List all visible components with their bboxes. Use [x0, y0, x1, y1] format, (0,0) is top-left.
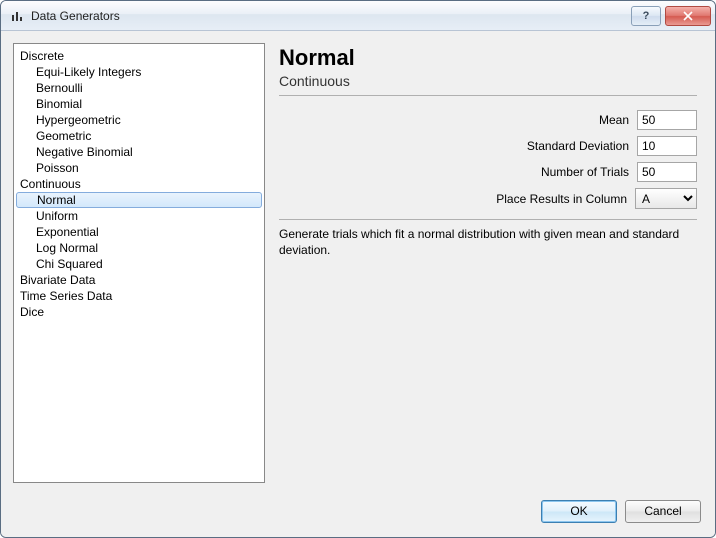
- help-button[interactable]: ?: [631, 6, 661, 26]
- row-trials: Number of Trials: [279, 162, 697, 182]
- input-sd[interactable]: [637, 136, 697, 156]
- window-buttons: ?: [631, 6, 711, 26]
- tree-item[interactable]: Hypergeometric: [14, 112, 264, 128]
- tree-category[interactable]: Dice: [14, 304, 264, 320]
- tree-item[interactable]: Normal: [16, 192, 262, 208]
- titlebar: Data Generators ?: [1, 1, 715, 31]
- dialog-footer: OK Cancel: [1, 495, 715, 537]
- tree-item[interactable]: Negative Binomial: [14, 144, 264, 160]
- cancel-button[interactable]: Cancel: [625, 500, 701, 523]
- row-mean: Mean: [279, 110, 697, 130]
- description-text: Generate trials which fit a normal distr…: [279, 220, 697, 258]
- tree-category[interactable]: Discrete: [14, 48, 264, 64]
- page-subtitle: Continuous: [279, 71, 697, 96]
- tree-item[interactable]: Uniform: [14, 208, 264, 224]
- details-panel: Normal Continuous Mean Standard Deviatio…: [277, 43, 703, 483]
- tree-item[interactable]: Chi Squared: [14, 256, 264, 272]
- content-area: DiscreteEqui-Likely IntegersBernoulliBin…: [1, 31, 715, 495]
- close-button[interactable]: [665, 6, 711, 26]
- generator-tree: DiscreteEqui-Likely IntegersBernoulliBin…: [13, 43, 265, 483]
- tree-item[interactable]: Equi-Likely Integers: [14, 64, 264, 80]
- label-trials: Number of Trials: [279, 165, 629, 179]
- row-column: Place Results in Column A: [279, 188, 697, 209]
- tree-item[interactable]: Binomial: [14, 96, 264, 112]
- tree-item[interactable]: Log Normal: [14, 240, 264, 256]
- page-title: Normal: [279, 45, 697, 71]
- input-mean[interactable]: [637, 110, 697, 130]
- tree-category[interactable]: Time Series Data: [14, 288, 264, 304]
- ok-button[interactable]: OK: [541, 500, 617, 523]
- row-sd: Standard Deviation: [279, 136, 697, 156]
- label-mean: Mean: [279, 113, 629, 127]
- window-title: Data Generators: [31, 9, 631, 23]
- tree-category[interactable]: Continuous: [14, 176, 264, 192]
- select-column[interactable]: A: [635, 188, 697, 209]
- label-column: Place Results in Column: [279, 192, 627, 206]
- label-sd: Standard Deviation: [279, 139, 629, 153]
- tree-item[interactable]: Geometric: [14, 128, 264, 144]
- input-trials[interactable]: [637, 162, 697, 182]
- parameter-form: Mean Standard Deviation Number of Trials…: [279, 110, 697, 220]
- tree-item[interactable]: Poisson: [14, 160, 264, 176]
- tree-category[interactable]: Bivariate Data: [14, 272, 264, 288]
- app-icon: [9, 8, 25, 24]
- tree-item[interactable]: Exponential: [14, 224, 264, 240]
- dialog-window: Data Generators ? DiscreteEqui-Likely In…: [0, 0, 716, 538]
- tree-item[interactable]: Bernoulli: [14, 80, 264, 96]
